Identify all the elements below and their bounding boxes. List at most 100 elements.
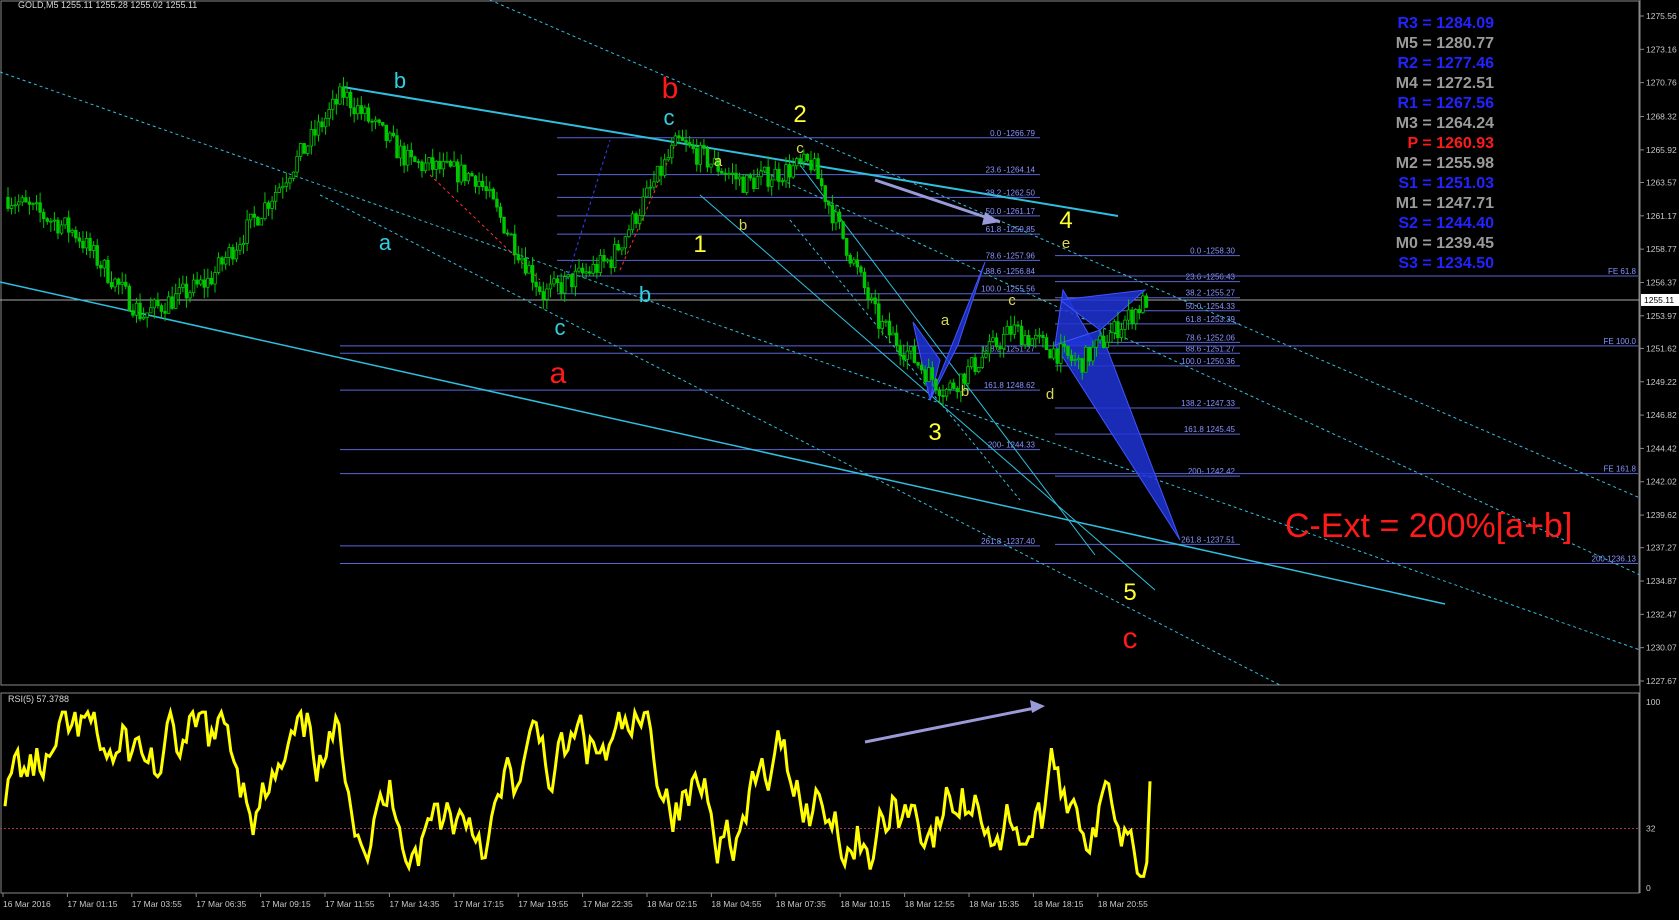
time-axis-label: 17 Mar 09:15 <box>261 899 311 909</box>
candle-body <box>206 277 210 288</box>
price-pane-frame <box>0 0 1640 686</box>
candle-body <box>994 337 999 348</box>
pivot-level-row: S1 = 1251.03 <box>1398 175 1494 192</box>
candle-body <box>620 247 624 251</box>
candle-body <box>1137 309 1141 314</box>
candle-body <box>869 297 874 300</box>
harmonic-pattern-wing <box>929 261 986 401</box>
candle-body <box>1073 359 1077 362</box>
candle-body <box>259 218 264 226</box>
candle-body <box>1080 358 1084 373</box>
candle-body <box>969 357 974 368</box>
candle-body <box>655 165 660 183</box>
candle-body <box>9 205 14 209</box>
candle-body <box>987 341 992 355</box>
candle-body <box>523 257 528 274</box>
fe-level-label: 200 1236.13 <box>1592 555 1637 564</box>
candle-body <box>955 387 959 393</box>
candle-body <box>149 307 153 314</box>
candle-body <box>405 149 410 166</box>
fib-left-level-label: 161.8 1248.62 <box>984 381 1036 390</box>
pivot-level-row: M4 = 1272.51 <box>1395 75 1494 92</box>
candle-body <box>623 236 628 249</box>
candle-body <box>202 279 206 288</box>
time-axis-label: 18 Mar 07:35 <box>776 899 826 909</box>
wave-label-c_small_2: c <box>796 140 804 157</box>
candle-body <box>1055 348 1059 364</box>
candle-body <box>680 136 685 141</box>
fib-left-level-label: 88.6 -1256.84 <box>986 267 1036 276</box>
candle-body <box>530 265 535 283</box>
candle-body <box>45 218 49 222</box>
candle-body <box>488 188 492 192</box>
candle-body <box>944 389 949 397</box>
time-axis-label: 18 Mar 02:15 <box>647 899 697 909</box>
rsi-axis-label: 32 <box>1646 823 1656 833</box>
candle-body <box>698 144 703 165</box>
candle-body <box>534 281 538 288</box>
candle-body <box>991 337 995 342</box>
candle-body <box>220 257 224 265</box>
candle-body <box>859 266 863 273</box>
wave-label-c_red: c <box>1123 622 1138 655</box>
candle-body <box>334 98 339 105</box>
candle-body <box>559 282 563 294</box>
candle-body <box>605 259 610 262</box>
candle-body <box>941 395 945 397</box>
candle-body <box>709 163 713 168</box>
candle-body <box>27 201 32 205</box>
candle-body <box>81 240 85 249</box>
candle-body <box>737 176 742 180</box>
pivot-level-row: P = 1260.93 <box>1407 135 1494 152</box>
candle-body <box>937 389 942 396</box>
candle-body <box>812 158 817 171</box>
candle-body <box>862 271 867 289</box>
candle-body <box>84 237 89 249</box>
candle-body <box>759 170 763 178</box>
candle-body <box>38 202 42 213</box>
candle-body <box>784 164 788 182</box>
candle-body <box>463 164 467 182</box>
candle-body <box>1034 334 1038 340</box>
red-dotted-connector <box>619 144 676 271</box>
candle-body <box>24 197 28 203</box>
candle-body <box>809 159 813 171</box>
c-ext-annotation: C-Ext = 200%[a+b] <box>1285 507 1572 545</box>
candle-body <box>927 367 931 382</box>
candle-body <box>480 180 485 188</box>
price-axis-label: 1234.87 <box>1646 576 1677 586</box>
candle-body <box>452 161 456 167</box>
chart-window[interactable]: 0.0 -1266.79 23.6 -1264.14 38.2 -1262.50 50… <box>0 0 1679 915</box>
fib-right-level-label: 138.2 -1247.33 <box>1181 399 1235 408</box>
candle-body <box>170 296 174 309</box>
candle-body <box>323 117 328 128</box>
candle-body <box>1044 337 1049 351</box>
candle-body <box>1144 295 1149 308</box>
candle-body <box>734 172 738 180</box>
candle-body <box>948 382 952 390</box>
candle-body <box>637 215 642 224</box>
fib-right-level-label: 78.6 -1252.06 <box>1186 333 1236 342</box>
candle-body <box>1059 343 1063 364</box>
candle-body <box>598 255 603 273</box>
pivot-level-row: M2 = 1255.98 <box>1395 155 1494 172</box>
candle-body <box>34 202 39 205</box>
candle-body <box>163 311 167 314</box>
candle-body <box>902 354 906 360</box>
candle-body <box>438 160 442 170</box>
candle-body <box>919 364 924 371</box>
candle-body <box>223 257 228 265</box>
candle-body <box>234 249 239 260</box>
candle-body <box>491 188 496 200</box>
candle-body <box>552 278 556 285</box>
candle-body <box>141 316 146 320</box>
candle-body <box>1023 335 1027 346</box>
candle-body <box>616 244 620 251</box>
candle-body <box>748 174 752 179</box>
candle-body <box>659 165 663 176</box>
candle-body <box>77 237 82 242</box>
candle-body <box>673 135 678 146</box>
fib-right-level-label: 161.8 1245.45 <box>1184 425 1236 434</box>
candle-body <box>752 177 756 189</box>
candle-body <box>495 198 499 208</box>
